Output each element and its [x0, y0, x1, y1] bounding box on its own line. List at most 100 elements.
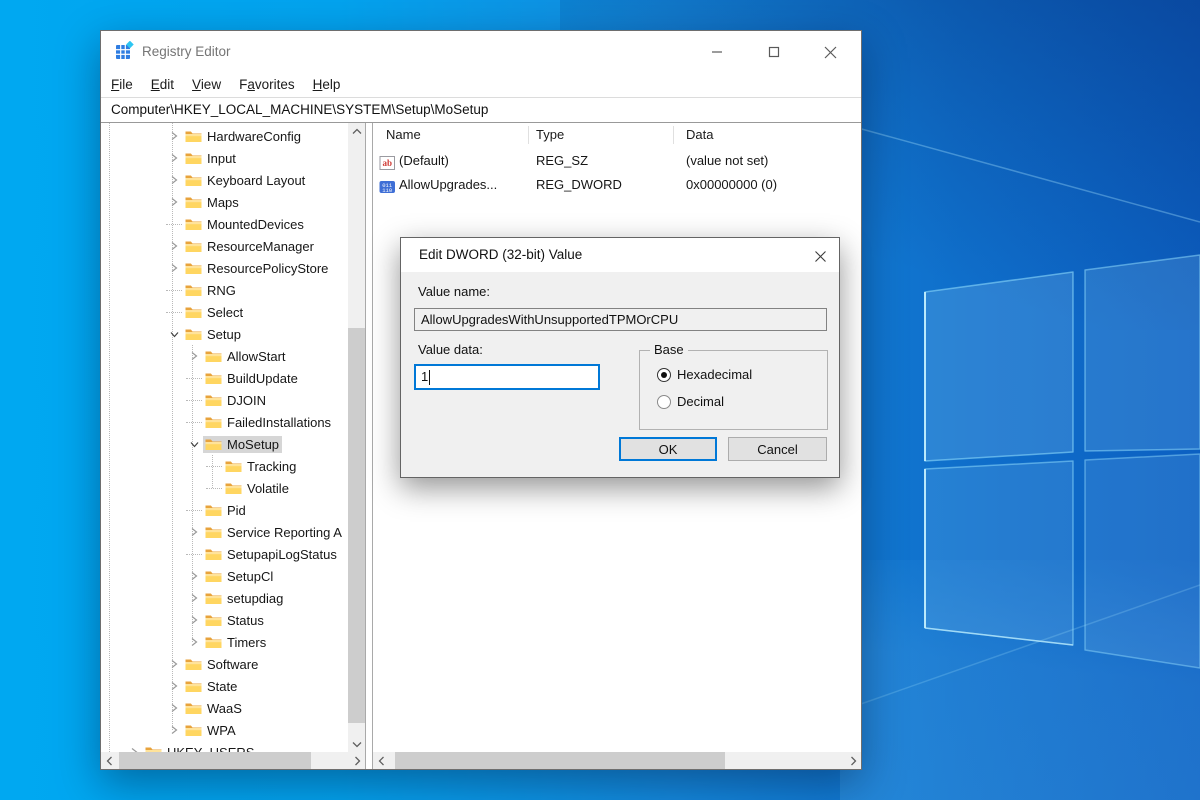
tree-item-status[interactable]: Status [101, 609, 267, 631]
tree-item-rng[interactable]: RNG [101, 279, 239, 301]
chevron-right-icon[interactable] [165, 235, 183, 257]
value-data-input[interactable]: 1 [414, 364, 600, 390]
chevron-right-icon[interactable] [165, 191, 183, 213]
tree-item-label: ResourcePolicyStore [207, 261, 328, 276]
chevron-down-icon[interactable] [165, 323, 183, 345]
chevron-right-icon[interactable] [165, 719, 183, 741]
tree-item-label: setupdiag [227, 591, 283, 606]
folder-icon [205, 548, 222, 561]
tree-item-label: Volatile [247, 481, 289, 496]
radio-unselected-icon[interactable] [657, 395, 671, 409]
tree-item-volatile[interactable]: Volatile [101, 477, 292, 499]
chevron-right-icon[interactable] [165, 125, 183, 147]
address-bar[interactable]: Computer\HKEY_LOCAL_MACHINE\SYSTEM\Setup… [101, 97, 861, 123]
value-type: REG_SZ [536, 149, 588, 173]
tree-item-tracking[interactable]: Tracking [101, 455, 299, 477]
tree-item-service-reporting-a[interactable]: Service Reporting A [101, 521, 345, 543]
tree-vscroll-thumb[interactable] [348, 328, 365, 723]
registry-value-row-allowupgrades[interactable]: 011110AllowUpgrades...REG_DWORD0x0000000… [373, 173, 861, 197]
tree-item-hardwareconfig[interactable]: HardwareConfig [101, 125, 304, 147]
chevron-right-icon[interactable] [185, 587, 203, 609]
tree-leaf-stub [165, 213, 183, 235]
tree-item-maps[interactable]: Maps [101, 191, 242, 213]
dialog-title: Edit DWORD (32-bit) Value [419, 247, 582, 262]
chevron-right-icon[interactable] [165, 257, 183, 279]
chevron-right-icon[interactable] [185, 565, 203, 587]
close-button[interactable] [802, 31, 859, 73]
tree-item-keyboard-layout[interactable]: Keyboard Layout [101, 169, 308, 191]
tree-item-allowstart[interactable]: AllowStart [101, 345, 289, 367]
chevron-right-icon[interactable] [185, 521, 203, 543]
cancel-button[interactable]: Cancel [728, 437, 827, 461]
registry-editor-icon [114, 41, 134, 61]
menu-view[interactable]: View [183, 73, 230, 97]
folder-icon [205, 438, 222, 451]
chevron-right-icon[interactable] [165, 653, 183, 675]
minimize-button[interactable] [688, 31, 745, 73]
tree-vertical-scrollbar[interactable] [348, 123, 365, 752]
tree-item-label: WPA [207, 723, 236, 738]
menu-help[interactable]: Help [304, 73, 350, 97]
close-icon [824, 46, 837, 59]
tree-item-resourcemanager[interactable]: ResourceManager [101, 235, 317, 257]
maximize-button[interactable] [745, 31, 802, 73]
chevron-down-icon[interactable] [185, 433, 203, 455]
menu-file[interactable]: File [102, 73, 142, 97]
chevron-right-icon[interactable] [125, 741, 143, 752]
tree-item-state[interactable]: State [101, 675, 240, 697]
folder-icon [185, 724, 202, 737]
tree-item-setupdiag[interactable]: setupdiag [101, 587, 286, 609]
chevron-right-icon[interactable] [185, 609, 203, 631]
tree-item-pid[interactable]: Pid [101, 499, 249, 521]
tree-leaf-stub [165, 301, 183, 323]
value-name-label: Value name: [418, 284, 490, 299]
dialog-title-bar[interactable]: Edit DWORD (32-bit) Value [401, 238, 839, 272]
tree-leaf-stub [205, 455, 223, 477]
radio-hexadecimal[interactable]: Hexadecimal [657, 367, 752, 382]
tree-item-setupapilogstatus[interactable]: SetupapiLogStatus [101, 543, 340, 565]
tree-item-label: BuildUpdate [227, 371, 298, 386]
tree-item-djoin[interactable]: DJOIN [101, 389, 269, 411]
tree-item-waas[interactable]: WaaS [101, 697, 245, 719]
chevron-right-icon[interactable] [165, 697, 183, 719]
dialog-close-button[interactable] [811, 247, 829, 265]
tree-item-buildupdate[interactable]: BuildUpdate [101, 367, 301, 389]
tree-item-select[interactable]: Select [101, 301, 246, 323]
chevron-right-icon[interactable] [165, 147, 183, 169]
tree-item-mosetup[interactable]: MoSetup [101, 433, 282, 455]
tree-item-input[interactable]: Input [101, 147, 239, 169]
folder-icon [185, 130, 202, 143]
tree-item-failedinstallations[interactable]: FailedInstallations [101, 411, 334, 433]
tree-horizontal-scrollbar[interactable] [101, 752, 365, 769]
tree-item-wpa[interactable]: WPA [101, 719, 239, 741]
chevron-right-icon[interactable] [165, 675, 183, 697]
value-name-field[interactable]: AllowUpgradesWithUnsupportedTPMOrCPU [414, 308, 827, 331]
scroll-left-icon[interactable] [373, 752, 390, 769]
list-horizontal-scrollbar[interactable] [373, 752, 861, 769]
tree-item-software[interactable]: Software [101, 653, 261, 675]
radio-decimal[interactable]: Decimal [657, 394, 724, 409]
scroll-up-icon[interactable] [348, 123, 365, 140]
tree-item-resourcepolicystore[interactable]: ResourcePolicyStore [101, 257, 331, 279]
chevron-right-icon[interactable] [165, 169, 183, 191]
tree-hscroll-thumb[interactable] [119, 752, 311, 769]
chevron-right-icon[interactable] [185, 631, 203, 653]
menu-favorites[interactable]: Favorites [230, 73, 304, 97]
tree-item-setup[interactable]: Setup [101, 323, 244, 345]
registry-value-row-default[interactable]: ab(Default)REG_SZ(value not set) [373, 149, 861, 173]
ok-button[interactable]: OK [619, 437, 717, 461]
tree-item-mounteddevices[interactable]: MountedDevices [101, 213, 307, 235]
scroll-right-icon[interactable] [348, 752, 365, 769]
menu-edit[interactable]: Edit [142, 73, 183, 97]
title-bar[interactable]: Registry Editor [101, 31, 861, 73]
scroll-right-icon[interactable] [844, 752, 861, 769]
scroll-down-icon[interactable] [348, 735, 365, 752]
tree-item-label: SetupapiLogStatus [227, 547, 337, 562]
list-hscroll-thumb[interactable] [395, 752, 725, 769]
scroll-left-icon[interactable] [101, 752, 118, 769]
radio-selected-icon[interactable] [657, 368, 671, 382]
tree-item-setupcl[interactable]: SetupCl [101, 565, 276, 587]
tree-item-timers[interactable]: Timers [101, 631, 269, 653]
chevron-right-icon[interactable] [185, 345, 203, 367]
tree-item-hkey-users[interactable]: HKEY_USERS [101, 741, 257, 752]
